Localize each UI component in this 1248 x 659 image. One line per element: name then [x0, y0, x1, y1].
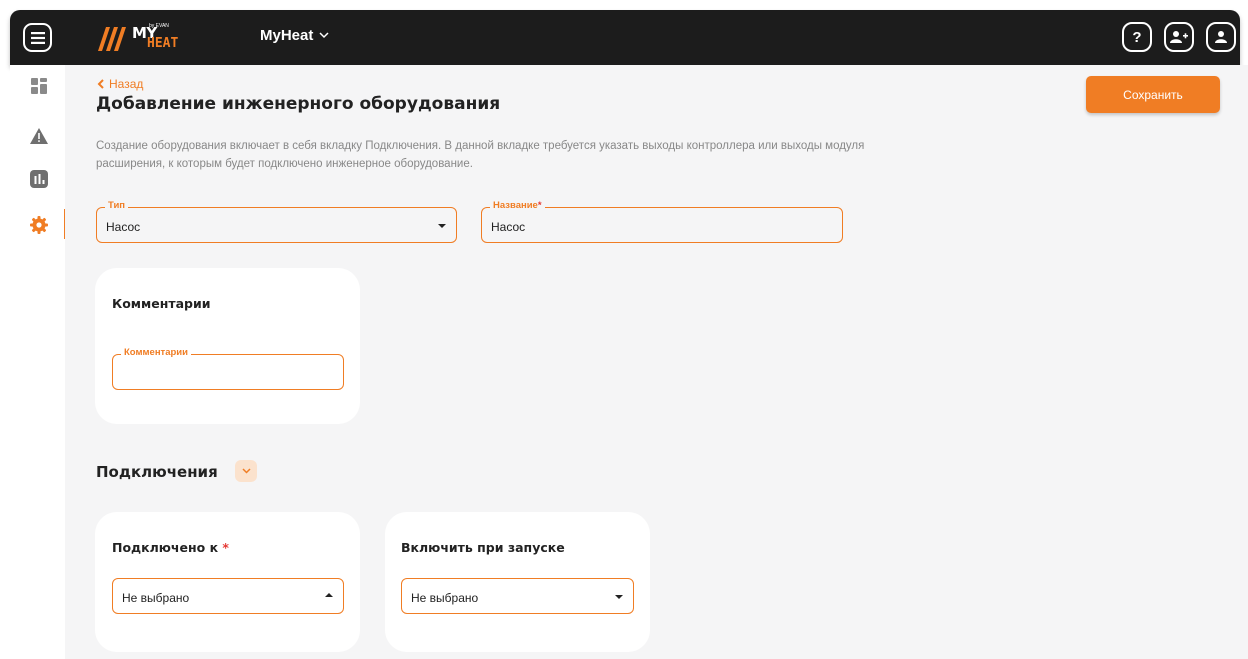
name-input[interactable]: Название* Насос: [481, 200, 843, 243]
chevron-down-icon: [241, 468, 251, 474]
help-icon: ?: [1132, 28, 1142, 46]
name-value: Насос: [491, 220, 526, 234]
type-label: Тип: [105, 200, 129, 211]
comments-card: Комментарии Комментарии: [95, 268, 360, 424]
flame-logo-icon: [98, 27, 126, 51]
page-description: Создание оборудования включает в себя вк…: [96, 140, 865, 170]
sidebar-item-reports[interactable]: [28, 168, 50, 190]
enable-on-start-title: Включить при запуске: [401, 540, 565, 555]
profile-button[interactable]: [1206, 22, 1236, 52]
sidebar-item-dashboard[interactable]: [28, 75, 50, 97]
app-switcher[interactable]: MyHeat: [260, 27, 329, 44]
caret-down-icon: [615, 595, 623, 599]
logo-heat: HEAT: [147, 36, 179, 51]
connected-to-title: Подключено к *: [112, 540, 229, 555]
name-label: Название*: [490, 200, 545, 211]
back-link[interactable]: Назад: [97, 77, 143, 91]
user-icon: [1215, 31, 1227, 43]
type-select[interactable]: Тип Насос: [96, 200, 457, 243]
enable-on-start-select[interactable]: Не выбрано: [401, 578, 634, 614]
required-mark: *: [537, 200, 542, 211]
sidebar: [10, 65, 66, 659]
top-bar: MY by EVAN HEAT MyHeat ?: [10, 10, 1240, 65]
app-logo[interactable]: MY by EVAN HEAT: [94, 21, 204, 55]
save-button[interactable]: Сохранить: [1086, 76, 1220, 113]
menu-icon: [30, 31, 45, 44]
chevron-down-icon: [319, 32, 329, 39]
main-content: Назад Добавление инженерного оборудовани…: [65, 65, 1248, 659]
caret-down-icon: [438, 224, 446, 228]
type-value: Насос: [106, 220, 141, 234]
connections-title: Подключения: [96, 463, 218, 481]
add-user-icon: [1170, 31, 1188, 43]
add-user-button[interactable]: [1164, 22, 1194, 52]
sidebar-item-settings[interactable]: [28, 214, 50, 236]
comments-card-title: Комментарии: [112, 296, 211, 311]
comments-input[interactable]: Комментарии: [112, 347, 344, 390]
caret-up-icon: [325, 593, 333, 597]
enable-on-start-value: Не выбрано: [411, 591, 479, 605]
connections-toggle-button[interactable]: [235, 460, 257, 482]
connected-to-card: Подключено к * Не выбрано: [95, 512, 360, 652]
menu-button[interactable]: [23, 23, 52, 52]
dashboard-icon: [31, 78, 47, 94]
help-button[interactable]: ?: [1122, 22, 1152, 52]
connected-to-select[interactable]: Не выбрано: [112, 578, 344, 614]
chevron-left-icon: [97, 79, 104, 89]
enable-on-start-card: Включить при запуске Не выбрано: [385, 512, 650, 652]
back-label: Назад: [109, 77, 144, 91]
sidebar-item-alerts[interactable]: [28, 125, 50, 147]
warning-icon: [30, 128, 48, 144]
comments-label: Комментарии: [121, 347, 191, 358]
chart-icon: [30, 170, 48, 188]
gear-icon: [30, 216, 48, 234]
app-name: MyHeat: [260, 27, 314, 44]
connected-to-value: Не выбрано: [122, 591, 190, 605]
page-title: Добавление инженерного оборудования: [96, 94, 501, 114]
logo-by: by EVAN: [149, 23, 169, 29]
